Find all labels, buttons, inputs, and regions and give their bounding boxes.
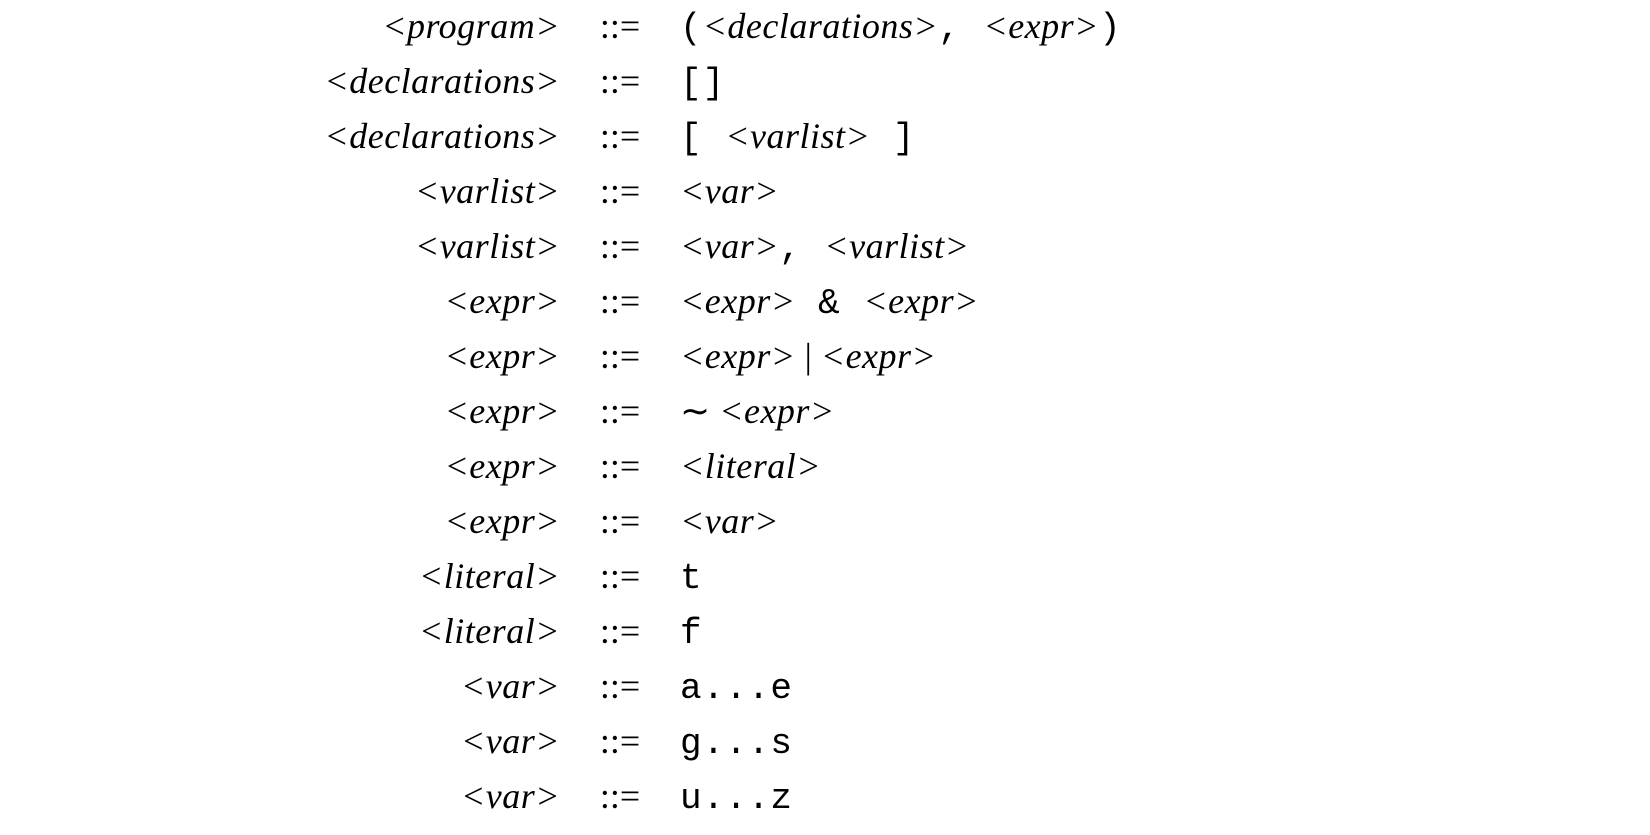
terminal: u...z <box>680 778 793 819</box>
nonterminal: <declarations> <box>703 6 939 46</box>
nonterminal: <varlist> <box>725 116 870 156</box>
rule-lhs: <var> <box>190 668 560 704</box>
grammar-rule-row: <var>::=a...e <box>190 668 1650 723</box>
rule-lhs: <expr> <box>190 448 560 484</box>
rule-operator: ::= <box>560 283 680 319</box>
rule-lhs: <expr> <box>190 393 560 429</box>
terminal: g...s <box>680 723 793 764</box>
rule-lhs: <expr> <box>190 338 560 374</box>
rule-operator: ::= <box>560 558 680 594</box>
rule-operator: ::= <box>560 668 680 704</box>
terminal: , <box>938 8 983 49</box>
rule-lhs: <varlist> <box>190 228 560 264</box>
rule-rhs: <var> <box>680 173 1650 209</box>
rule-rhs: (<declarations>, <expr>) <box>680 8 1650 47</box>
rule-rhs: u...z <box>680 778 1650 817</box>
rule-lhs: <declarations> <box>190 63 560 99</box>
rule-operator: ::= <box>560 118 680 154</box>
rule-lhs: <var> <box>190 778 560 814</box>
rule-rhs: <expr> | <expr> <box>680 338 1650 374</box>
rule-operator: ::= <box>560 338 680 374</box>
terminal: ] <box>870 118 915 159</box>
rule-operator: ::= <box>560 448 680 484</box>
grammar-rule-row: <expr>::=∼ <expr> <box>190 393 1650 448</box>
terminal: , <box>779 228 824 269</box>
rule-lhs: <declarations> <box>190 118 560 154</box>
rule-operator: ::= <box>560 8 680 44</box>
nonterminal: <expr> <box>983 6 1099 46</box>
terminal: ( <box>680 8 703 49</box>
nonterminal: <literal> <box>680 446 821 486</box>
rule-lhs: <expr> <box>190 283 560 319</box>
nonterminal: <var> <box>680 501 779 541</box>
rule-rhs: t <box>680 558 1650 597</box>
nonterminal: <expr> <box>863 281 979 321</box>
rule-operator: ::= <box>560 723 680 759</box>
rule-rhs: <expr> & <expr> <box>680 283 1650 322</box>
rule-rhs: [ <varlist> ] <box>680 118 1650 157</box>
rule-rhs: <var>, <varlist> <box>680 228 1650 267</box>
grammar-rule-row: <literal>::=f <box>190 613 1650 668</box>
rule-operator: ::= <box>560 63 680 99</box>
grammar-rule-row: <var>::=u...z <box>190 778 1650 833</box>
grammar-rule-row: <var>::=g...s <box>190 723 1650 778</box>
nonterminal: <var> <box>680 171 779 211</box>
grammar-rule-row: <declarations>::=[ <varlist> ] <box>190 118 1650 173</box>
rule-rhs: <var> <box>680 503 1650 539</box>
rule-lhs: <var> <box>190 723 560 759</box>
grammar-rule-row: <expr>::=<expr> | <expr> <box>190 338 1650 393</box>
rule-operator: ::= <box>560 778 680 814</box>
symbol: | <box>796 336 821 376</box>
grammar-rule-row: <varlist>::=<var>, <varlist> <box>190 228 1650 283</box>
grammar-rule-row: <literal>::=t <box>190 558 1650 613</box>
symbol: ∼ <box>680 391 719 431</box>
rule-rhs: <literal> <box>680 448 1650 484</box>
rule-lhs: <literal> <box>190 558 560 594</box>
terminal: & <box>796 283 864 324</box>
nonterminal: <expr> <box>680 281 796 321</box>
rule-rhs: ∼ <expr> <box>680 393 1650 429</box>
grammar-table: <program>::=(<declarations>, <expr>)<dec… <box>190 8 1650 833</box>
grammar-rule-row: <declarations>::=[] <box>190 63 1650 118</box>
terminal: ) <box>1099 8 1122 49</box>
rule-operator: ::= <box>560 173 680 209</box>
grammar-rule-row: <expr>::=<literal> <box>190 448 1650 503</box>
rule-operator: ::= <box>560 228 680 264</box>
nonterminal: <varlist> <box>824 226 969 266</box>
grammar-rule-row: <expr>::=<expr> & <expr> <box>190 283 1650 338</box>
rule-operator: ::= <box>560 613 680 649</box>
rule-rhs: f <box>680 613 1650 652</box>
rule-rhs: g...s <box>680 723 1650 762</box>
grammar-rule-row: <program>::=(<declarations>, <expr>) <box>190 8 1650 63</box>
terminal: a...e <box>680 668 793 709</box>
rule-operator: ::= <box>560 503 680 539</box>
nonterminal: <expr> <box>821 336 937 376</box>
rule-rhs: [] <box>680 63 1650 102</box>
grammar-rule-row: <expr>::=<var> <box>190 503 1650 558</box>
terminal: [] <box>680 63 725 104</box>
rule-lhs: <program> <box>190 8 560 44</box>
rule-lhs: <expr> <box>190 503 560 539</box>
terminal: [ <box>680 118 725 159</box>
grammar-rule-row: <varlist>::=<var> <box>190 173 1650 228</box>
rule-rhs: a...e <box>680 668 1650 707</box>
terminal: t <box>680 558 703 599</box>
nonterminal: <var> <box>680 226 779 266</box>
rule-lhs: <literal> <box>190 613 560 649</box>
rule-operator: ::= <box>560 393 680 429</box>
nonterminal: <expr> <box>719 391 835 431</box>
nonterminal: <expr> <box>680 336 796 376</box>
rule-lhs: <varlist> <box>190 173 560 209</box>
terminal: f <box>680 613 703 654</box>
